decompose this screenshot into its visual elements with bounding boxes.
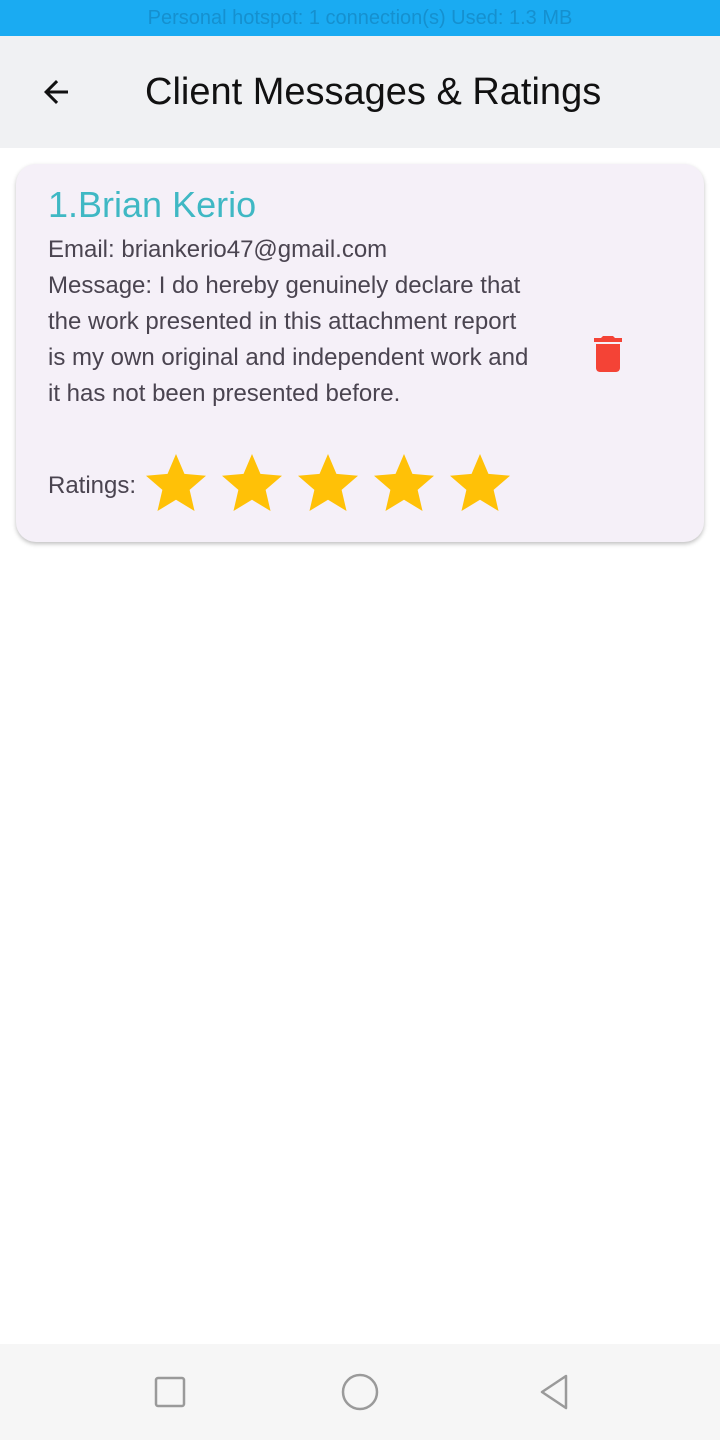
delete-button[interactable] xyxy=(582,324,634,384)
client-email: Email: briankerio47@gmail.com xyxy=(48,236,388,263)
status-bar-text: Personal hotspot: 1 connection(s) Used: … xyxy=(147,7,573,29)
back-icon xyxy=(540,1374,568,1410)
ratings-row: Ratings: xyxy=(48,453,520,518)
star-icon xyxy=(450,453,511,511)
star-icon xyxy=(374,453,435,511)
recent-apps-icon xyxy=(154,1376,186,1408)
status-bar: Personal hotspot: 1 connection(s) Used: … xyxy=(0,0,720,36)
system-back-button[interactable] xyxy=(530,1368,578,1416)
home-icon xyxy=(341,1373,379,1411)
message-card: 1.Brian Kerio Email: briankerio47@gmail.… xyxy=(16,164,704,542)
message-details: Email: briankerio47@gmail.com Message: I… xyxy=(48,232,538,412)
system-nav-bar xyxy=(0,1344,720,1440)
home-button[interactable] xyxy=(336,1368,384,1416)
ratings-label: Ratings: xyxy=(48,472,137,499)
star-icon xyxy=(146,453,207,511)
arrow-left-icon xyxy=(44,80,68,104)
star-rating xyxy=(140,448,520,525)
client-message: Message: I do hereby genuinely declare t… xyxy=(48,272,529,407)
app-bar: Client Messages & Ratings xyxy=(0,36,720,148)
recent-apps-button[interactable] xyxy=(146,1368,194,1416)
star-icon xyxy=(222,453,283,511)
back-button[interactable] xyxy=(20,56,92,128)
client-name: 1.Brian Kerio xyxy=(48,184,257,225)
page-title: Client Messages & Ratings xyxy=(145,71,602,113)
trash-icon xyxy=(594,336,622,372)
star-icon xyxy=(298,453,359,511)
